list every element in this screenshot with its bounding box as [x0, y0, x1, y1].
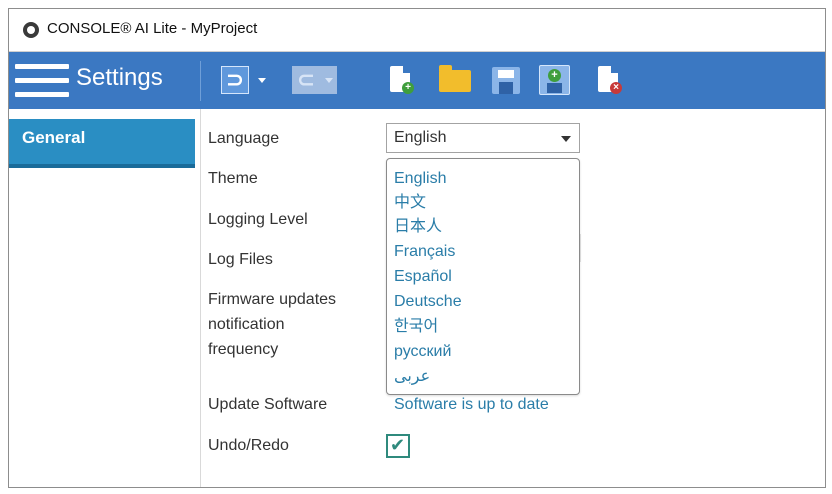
window-title: CONSOLE® AI Lite - MyProject: [47, 20, 258, 37]
undo-dropdown-button[interactable]: [255, 71, 269, 89]
language-option-spanish[interactable]: Español: [394, 267, 452, 287]
chevron-down-icon: [561, 136, 571, 142]
language-option-arabic[interactable]: عربى: [394, 367, 430, 387]
undo-icon: ⊃: [225, 67, 245, 92]
add-badge-icon: +: [548, 69, 561, 82]
redo-button[interactable]: ⊂: [292, 66, 320, 94]
save-icon[interactable]: [492, 67, 520, 94]
language-option-russian[interactable]: русский: [394, 342, 451, 362]
toolbar-separator: [200, 61, 201, 101]
toolbar: Settings ⊃ ⊂ + + ×: [9, 52, 825, 109]
language-option-korean[interactable]: 한국어: [394, 317, 438, 337]
undo-redo-checkbox[interactable]: ✔: [386, 434, 410, 458]
settings-sidebar: General: [9, 109, 201, 487]
language-option-english[interactable]: English: [394, 169, 446, 189]
remove-badge-icon: ×: [610, 82, 622, 94]
sidebar-item-label: General: [22, 128, 86, 147]
checkmark-icon: ✔: [390, 435, 406, 455]
logging-level-label: Logging Level: [208, 211, 308, 228]
add-badge-icon: +: [402, 82, 414, 94]
field-edge-divider: [580, 234, 581, 262]
title-bar: CONSOLE® AI Lite - MyProject: [9, 9, 825, 52]
console-app-icon: [23, 22, 39, 38]
update-software-label: Update Software: [208, 396, 328, 413]
redo-dropdown-button[interactable]: [320, 66, 337, 94]
settings-title: Settings: [76, 64, 163, 91]
language-dropdown-list: English 中文 日本人 Français Español Deutsche…: [386, 158, 580, 395]
app-window: CONSOLE® AI Lite - MyProject Settings ⊃ …: [8, 8, 826, 488]
save-as-icon[interactable]: +: [539, 65, 570, 95]
language-option-chinese[interactable]: 中文: [394, 193, 426, 213]
redo-icon: ⊂: [296, 67, 316, 92]
update-software-status: Software is up to date: [394, 396, 549, 413]
firmware-label-line3: frequency: [208, 341, 279, 358]
language-option-japanese[interactable]: 日本人: [394, 217, 442, 237]
language-select[interactable]: English: [386, 123, 580, 153]
language-label: Language: [208, 130, 280, 147]
log-files-label: Log Files: [208, 251, 273, 268]
sidebar-item-general[interactable]: General: [9, 119, 195, 168]
language-option-german[interactable]: Deutsche: [394, 292, 462, 312]
theme-label: Theme: [208, 170, 258, 187]
disk-label-shape: [547, 83, 562, 93]
folder-icon[interactable]: [439, 65, 471, 92]
undo-button[interactable]: ⊃: [221, 66, 249, 94]
language-select-value: English: [394, 129, 447, 146]
hamburger-menu-icon[interactable]: [15, 64, 69, 98]
language-option-french[interactable]: Français: [394, 242, 455, 262]
undo-redo-label: Undo/Redo: [208, 437, 289, 454]
